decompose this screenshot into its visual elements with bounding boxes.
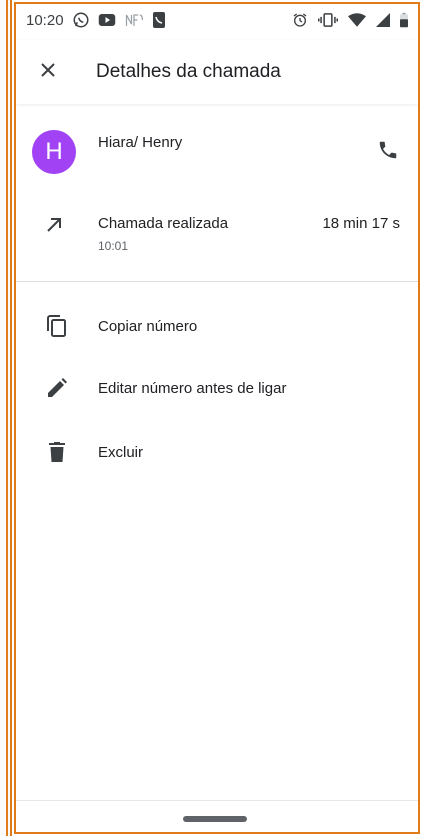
delete-icon [16, 442, 98, 462]
navigation-bar [16, 800, 418, 832]
delete-label: Excluir [98, 443, 144, 461]
outgoing-call-icon [44, 215, 64, 240]
edit-number-label: Editar número antes de ligar [98, 379, 287, 397]
youtube-icon [98, 13, 116, 27]
wifi-icon [348, 13, 366, 27]
copy-number-label: Copiar número [98, 317, 198, 335]
status-time: 10:20 [26, 11, 64, 29]
alarm-icon [292, 12, 308, 28]
nfc-icon [124, 12, 144, 28]
status-bar: 10:20 [16, 4, 418, 36]
battery-icon [400, 12, 408, 28]
left-edge-strip [0, 0, 12, 836]
copy-icon [16, 315, 98, 337]
app-bar: Detalhes da chamada [16, 40, 418, 104]
status-left: 10:20 [26, 11, 166, 29]
contact-row: H Hiara/ Henry [16, 120, 418, 184]
contact-name: Hiara/ Henry [98, 134, 183, 151]
vibrate-icon [318, 12, 338, 28]
phone-icon [377, 139, 399, 166]
phone-screen-icon [152, 11, 166, 29]
avatar: H [32, 130, 76, 174]
phone-screen: 10:20 Detalhes da chamada H Hiara/ Henry… [14, 2, 420, 834]
whatsapp-icon [72, 11, 90, 29]
call-time: 10:01 [98, 239, 129, 253]
signal-icon [376, 13, 390, 27]
left-edge-line [6, 0, 8, 836]
edit-icon [16, 378, 98, 398]
call-detail-row: Chamada realizada 10:01 18 min 17 s [16, 209, 418, 265]
status-right [292, 12, 408, 28]
gesture-handle[interactable] [183, 816, 247, 822]
close-icon [40, 62, 56, 83]
divider [16, 281, 418, 282]
call-duration: 18 min 17 s [322, 215, 400, 232]
copy-number-button[interactable]: Copiar número [16, 298, 418, 354]
call-button[interactable] [370, 134, 406, 170]
delete-button[interactable]: Excluir [16, 424, 418, 480]
page-title: Detalhes da chamada [96, 61, 281, 82]
edit-number-button[interactable]: Editar número antes de ligar [16, 360, 418, 416]
close-button[interactable] [16, 40, 80, 104]
call-type: Chamada realizada [98, 215, 229, 232]
